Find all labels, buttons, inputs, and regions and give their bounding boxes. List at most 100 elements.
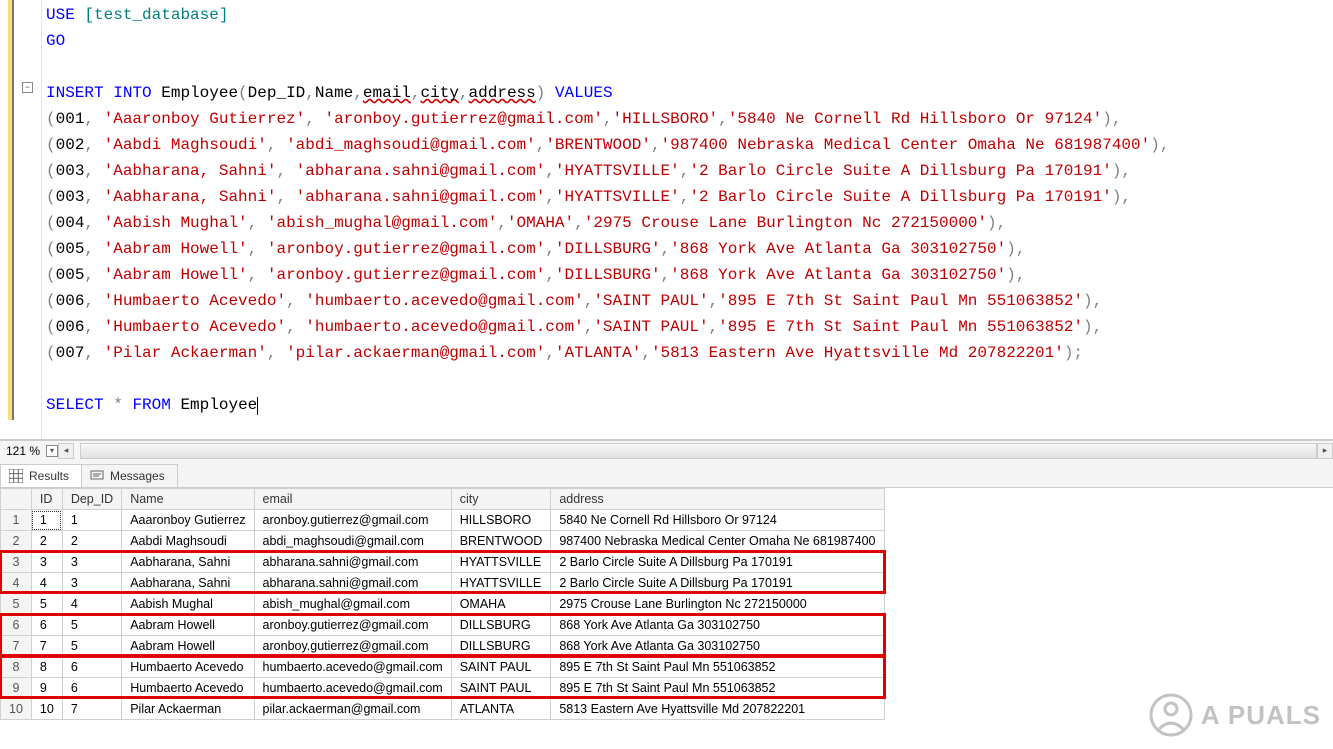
- cell-email[interactable]: humbaerto.acevedo@gmail.com: [254, 678, 451, 699]
- cell-address[interactable]: 868 York Ave Atlanta Ga 303102750: [551, 615, 884, 636]
- cell-name[interactable]: Humbaerto Acevedo: [122, 678, 254, 699]
- cell-address[interactable]: 868 York Ave Atlanta Ga 303102750: [551, 636, 884, 657]
- cell-city[interactable]: BRENTWOOD: [451, 531, 551, 552]
- cell-id[interactable]: 10: [31, 699, 62, 720]
- cell-id[interactable]: 4: [31, 573, 62, 594]
- cell-dep-id[interactable]: 5: [62, 615, 121, 636]
- cell-address[interactable]: 2 Barlo Circle Suite A Dillsburg Pa 1701…: [551, 552, 884, 573]
- cell-id[interactable]: 3: [31, 552, 62, 573]
- table-row[interactable]: 333Aabharana, Sahniabharana.sahni@gmail.…: [1, 552, 885, 573]
- tab-messages[interactable]: Messages: [81, 464, 178, 487]
- row-number: 3: [1, 552, 32, 573]
- cell-dep-id[interactable]: 3: [62, 573, 121, 594]
- cell-dep-id[interactable]: 3: [62, 552, 121, 573]
- cell-city[interactable]: DILLSBURG: [451, 636, 551, 657]
- cell-dep-id[interactable]: 2: [62, 531, 121, 552]
- sql-editor-pane[interactable]: − USE [test_database] GO INSERT INTO Emp…: [0, 0, 1333, 440]
- col-header[interactable]: [1, 489, 32, 510]
- row-number: 10: [1, 699, 32, 720]
- table-row[interactable]: 775Aabram Howellaronboy.gutierrez@gmail.…: [1, 636, 885, 657]
- cell-id[interactable]: 5: [31, 594, 62, 615]
- tab-results[interactable]: Results: [0, 464, 82, 487]
- results-grid-pane[interactable]: IDDep_IDNameemailcityaddress111Aaaronboy…: [0, 488, 1333, 749]
- cell-email[interactable]: abish_mughal@gmail.com: [254, 594, 451, 615]
- cell-dep-id[interactable]: 5: [62, 636, 121, 657]
- grid-icon: [9, 469, 23, 483]
- table-row[interactable]: 222Aabdi Maghsoudiabdi_maghsoudi@gmail.c…: [1, 531, 885, 552]
- cell-city[interactable]: DILLSBURG: [451, 615, 551, 636]
- cell-email[interactable]: aronboy.gutierrez@gmail.com: [254, 615, 451, 636]
- cell-address[interactable]: 895 E 7th St Saint Paul Mn 551063852: [551, 678, 884, 699]
- cell-name[interactable]: Aabdi Maghsoudi: [122, 531, 254, 552]
- cell-city[interactable]: OMAHA: [451, 594, 551, 615]
- cell-id[interactable]: 1: [31, 510, 62, 531]
- cell-id[interactable]: 9: [31, 678, 62, 699]
- cell-email[interactable]: abdi_maghsoudi@gmail.com: [254, 531, 451, 552]
- tab-messages-label: Messages: [110, 469, 165, 483]
- cell-city[interactable]: HYATTSVILLE: [451, 573, 551, 594]
- col-header[interactable]: Dep_ID: [62, 489, 121, 510]
- sql-code[interactable]: USE [test_database] GO INSERT INTO Emplo…: [46, 2, 1323, 418]
- col-header[interactable]: email: [254, 489, 451, 510]
- row-number: 4: [1, 573, 32, 594]
- cell-address[interactable]: 2975 Crouse Lane Burlington Nc 272150000: [551, 594, 884, 615]
- tab-results-label: Results: [29, 469, 69, 483]
- cell-city[interactable]: HYATTSVILLE: [451, 552, 551, 573]
- cell-name[interactable]: Aabram Howell: [122, 615, 254, 636]
- fold-toggle-icon[interactable]: −: [22, 82, 33, 93]
- cell-name[interactable]: Humbaerto Acevedo: [122, 657, 254, 678]
- row-number: 5: [1, 594, 32, 615]
- cell-email[interactable]: pilar.ackaerman@gmail.com: [254, 699, 451, 720]
- cell-city[interactable]: HILLSBORO: [451, 510, 551, 531]
- cell-city[interactable]: SAINT PAUL: [451, 678, 551, 699]
- cell-id[interactable]: 2: [31, 531, 62, 552]
- cell-address[interactable]: 5813 Eastern Ave Hyattsville Md 20782220…: [551, 699, 884, 720]
- row-number: 2: [1, 531, 32, 552]
- cell-email[interactable]: abharana.sahni@gmail.com: [254, 573, 451, 594]
- cell-name[interactable]: Aabharana, Sahni: [122, 573, 254, 594]
- editor-gutter: −: [0, 0, 42, 439]
- cell-id[interactable]: 8: [31, 657, 62, 678]
- cell-dep-id[interactable]: 6: [62, 657, 121, 678]
- editor-status-bar: 121 % ▾ ◂ ▸: [0, 440, 1333, 460]
- cell-email[interactable]: humbaerto.acevedo@gmail.com: [254, 657, 451, 678]
- cell-dep-id[interactable]: 4: [62, 594, 121, 615]
- zoom-dropdown[interactable]: ▾: [46, 445, 58, 457]
- cell-address[interactable]: 895 E 7th St Saint Paul Mn 551063852: [551, 657, 884, 678]
- cell-address[interactable]: 2 Barlo Circle Suite A Dillsburg Pa 1701…: [551, 573, 884, 594]
- table-row[interactable]: 443Aabharana, Sahniabharana.sahni@gmail.…: [1, 573, 885, 594]
- cell-name[interactable]: Aaaronboy Gutierrez: [122, 510, 254, 531]
- cell-address[interactable]: 5840 Ne Cornell Rd Hillsboro Or 97124: [551, 510, 884, 531]
- table-row[interactable]: 886Humbaerto Acevedohumbaerto.acevedo@gm…: [1, 657, 885, 678]
- table-row[interactable]: 665Aabram Howellaronboy.gutierrez@gmail.…: [1, 615, 885, 636]
- col-header[interactable]: Name: [122, 489, 254, 510]
- col-header[interactable]: address: [551, 489, 884, 510]
- row-number: 9: [1, 678, 32, 699]
- scroll-right-button[interactable]: ▸: [1317, 443, 1333, 459]
- cell-id[interactable]: 7: [31, 636, 62, 657]
- cell-address[interactable]: 987400 Nebraska Medical Center Omaha Ne …: [551, 531, 884, 552]
- scroll-left-button[interactable]: ◂: [58, 443, 74, 459]
- cell-id[interactable]: 6: [31, 615, 62, 636]
- cell-email[interactable]: abharana.sahni@gmail.com: [254, 552, 451, 573]
- table-row[interactable]: 111Aaaronboy Gutierrezaronboy.gutierrez@…: [1, 510, 885, 531]
- table-row[interactable]: 554Aabish Mughalabish_mughal@gmail.comOM…: [1, 594, 885, 615]
- col-header[interactable]: ID: [31, 489, 62, 510]
- col-header[interactable]: city: [451, 489, 551, 510]
- cell-dep-id[interactable]: 1: [62, 510, 121, 531]
- cell-dep-id[interactable]: 7: [62, 699, 121, 720]
- cell-city[interactable]: SAINT PAUL: [451, 657, 551, 678]
- results-table[interactable]: IDDep_IDNameemailcityaddress111Aaaronboy…: [0, 488, 885, 720]
- table-row[interactable]: 10107Pilar Ackaermanpilar.ackaerman@gmai…: [1, 699, 885, 720]
- cell-email[interactable]: aronboy.gutierrez@gmail.com: [254, 636, 451, 657]
- horizontal-scrollbar[interactable]: [80, 443, 1317, 459]
- cell-name[interactable]: Pilar Ackaerman: [122, 699, 254, 720]
- cell-email[interactable]: aronboy.gutierrez@gmail.com: [254, 510, 451, 531]
- cell-name[interactable]: Aabharana, Sahni: [122, 552, 254, 573]
- cell-name[interactable]: Aabram Howell: [122, 636, 254, 657]
- results-tabs: Results Messages: [0, 460, 1333, 488]
- cell-city[interactable]: ATLANTA: [451, 699, 551, 720]
- cell-dep-id[interactable]: 6: [62, 678, 121, 699]
- cell-name[interactable]: Aabish Mughal: [122, 594, 254, 615]
- table-row[interactable]: 996Humbaerto Acevedohumbaerto.acevedo@gm…: [1, 678, 885, 699]
